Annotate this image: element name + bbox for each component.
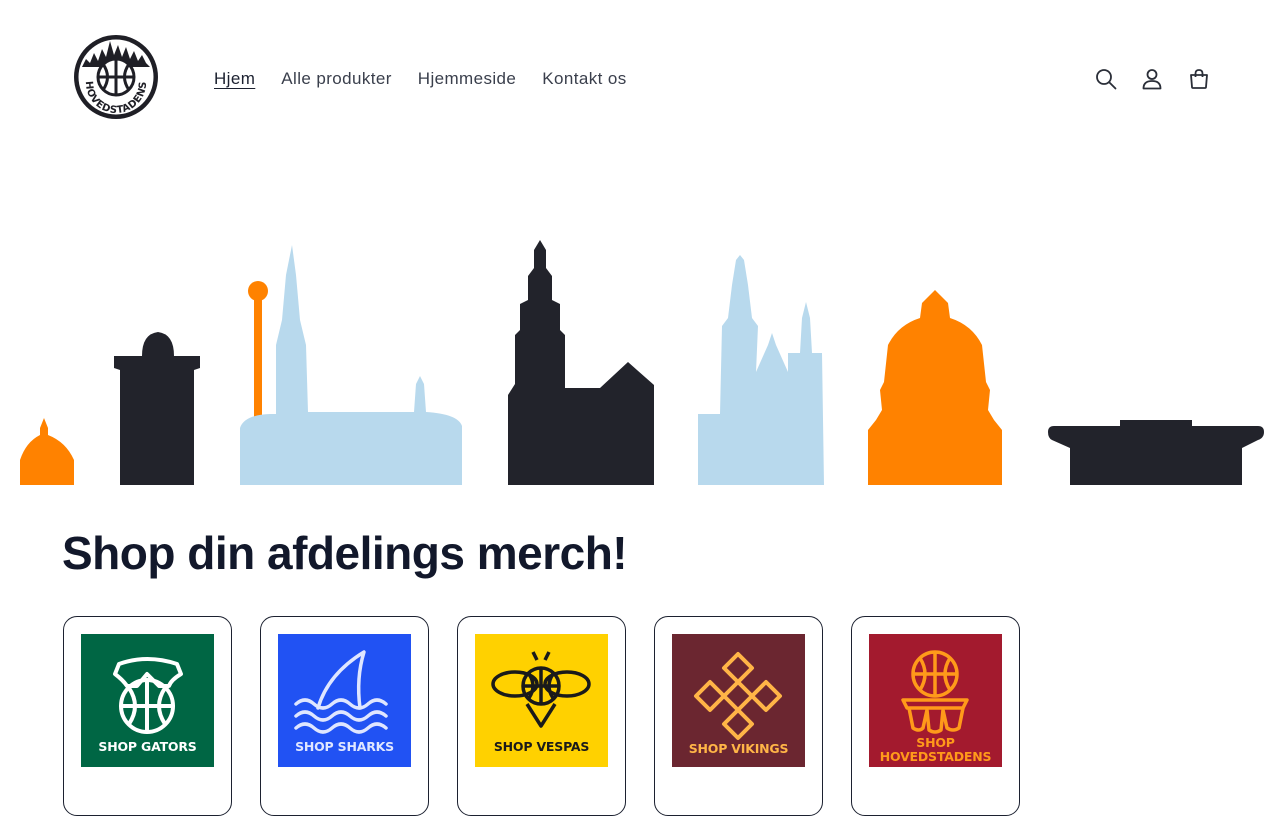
collection-card-sharks[interactable]: SHOP SHARKS (260, 616, 429, 816)
cart-icon (1190, 69, 1208, 89)
main-nav: Hjem Alle produkter Hjemmeside Kontakt o… (201, 66, 640, 92)
collection-card-hovedstadens[interactable]: SHOP HOVEDSTADENS (851, 616, 1020, 816)
collection-label: SHOP SHARKS (295, 739, 394, 754)
collection-image-hovedstadens: SHOP HOVEDSTADENS (869, 634, 1002, 767)
collection-image-vikings: SHOP VIKINGS (672, 634, 805, 767)
collection-card-vikings[interactable]: SHOP VIKINGS (654, 616, 823, 816)
nav-item-kontakt-os[interactable]: Kontakt os (529, 66, 639, 92)
collection-label: SHOP VESPAS (493, 739, 590, 754)
collection-label-line2: HOVEDSTADENS (879, 749, 992, 764)
section-heading: Shop din afdelings merch! (62, 527, 628, 579)
collection-image-sharks: SHOP SHARKS (278, 634, 411, 767)
collection-label-line1: SHOP (916, 735, 955, 750)
collection-list: SHOP GATORS SHOP SHARKS SHOP VESPAS SHOP… (63, 616, 1020, 816)
logo-badge-icon: HOVEDSTADENS (74, 35, 158, 119)
nav-item-alle-produkter[interactable]: Alle produkter (268, 66, 405, 92)
hero-skyline-banner (0, 236, 1280, 488)
collection-label: SHOP VIKINGS (688, 741, 789, 756)
site-logo[interactable]: HOVEDSTADENS (72, 33, 160, 121)
site-header: HOVEDSTADENS Hjem Alle produkter Hjemmes… (0, 0, 1280, 158)
account-button[interactable] (1135, 62, 1169, 96)
collection-card-vespas[interactable]: SHOP VESPAS (457, 616, 626, 816)
collection-card-gators[interactable]: SHOP GATORS (63, 616, 232, 816)
collection-label: SHOP HOVEDSTADENS (869, 736, 1002, 764)
search-button[interactable] (1089, 62, 1123, 96)
nav-item-hjemmeside[interactable]: Hjemmeside (405, 66, 529, 92)
cart-button[interactable] (1182, 62, 1216, 96)
collection-image-gators: SHOP GATORS (81, 634, 214, 767)
account-icon (1142, 69, 1162, 90)
search-icon (1096, 69, 1117, 90)
nav-item-hjem[interactable]: Hjem (201, 66, 268, 92)
collection-label: SHOP GATORS (98, 739, 197, 754)
copenhagen-skyline-image (20, 240, 1264, 485)
collection-image-vespas: SHOP VESPAS (475, 634, 608, 767)
